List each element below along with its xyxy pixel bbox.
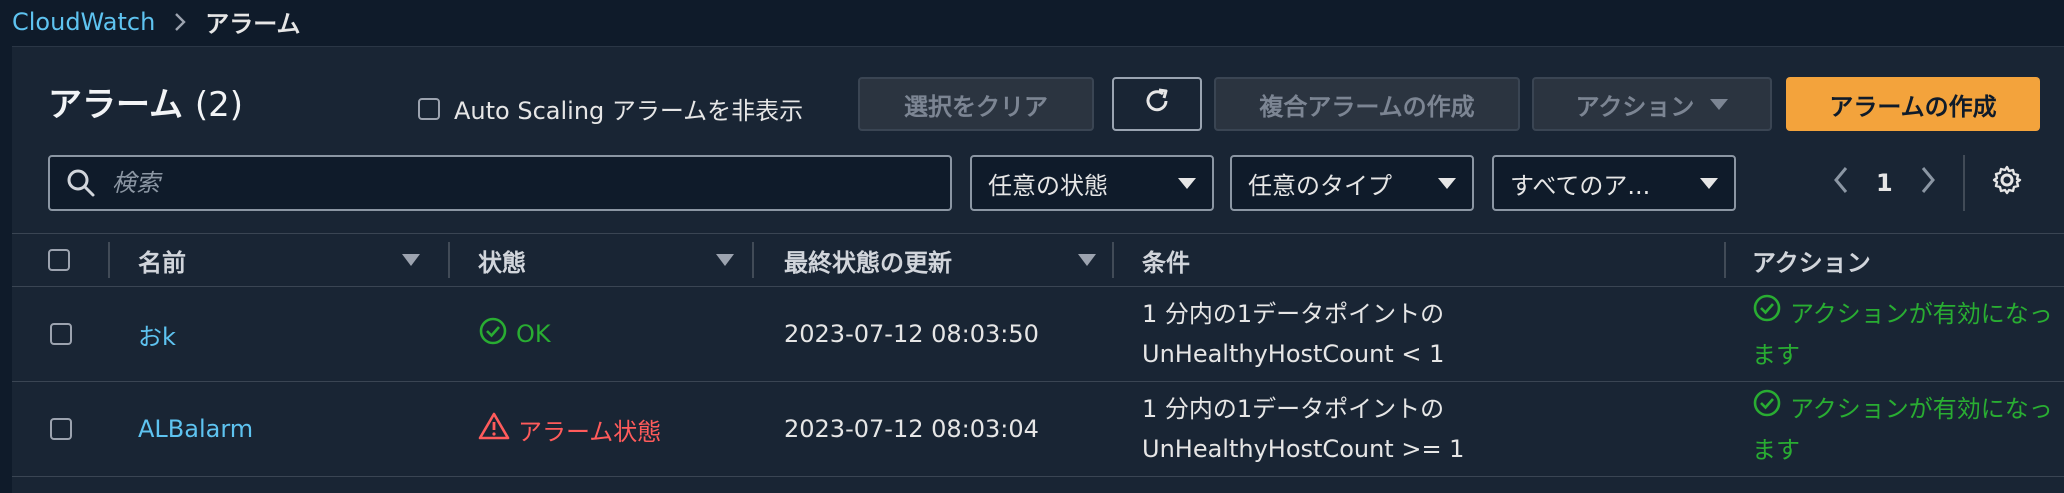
column-header-last-update[interactable]: 最終状態の更新 xyxy=(784,234,1104,286)
column-divider xyxy=(1724,242,1726,278)
previous-page-icon[interactable] xyxy=(1832,165,1850,201)
alarm-state-cell: OK xyxy=(478,287,551,381)
column-header-last-update-label: 最終状態の更新 xyxy=(784,248,952,277)
row-checkbox-cell xyxy=(50,382,72,476)
column-divider xyxy=(752,242,754,278)
page-title: アラーム (2) xyxy=(48,77,243,126)
row-checkbox[interactable] xyxy=(50,323,72,345)
pagination-divider xyxy=(1962,155,1965,211)
alarm-state-cell: アラーム状態 xyxy=(478,382,661,476)
actions-status-cell: アクションが有効になっ ます xyxy=(1752,287,2064,381)
state-filter-value: 任意の状態 xyxy=(988,171,1108,200)
row-checkbox[interactable] xyxy=(50,418,72,440)
warning-triangle-icon xyxy=(478,411,510,447)
select-all-checkbox[interactable] xyxy=(48,249,70,271)
condition-cell: 1 分内の1データポイントの UnHealthyHostCount >= 1 xyxy=(1142,382,1464,476)
actions-filter-value: すべてのア... xyxy=(1510,171,1651,200)
condition-cell: 1 分内の1データポイントの UnHealthyHostCount < 1 xyxy=(1142,287,1444,381)
hide-autoscaling-label: Auto Scaling アラームを非表示 xyxy=(454,97,804,125)
top-bar: CloudWatch アラーム xyxy=(0,0,2064,40)
condition-line: 1 分内の1データポイントの xyxy=(1142,300,1445,328)
refresh-button[interactable] xyxy=(1112,77,1202,131)
table-row[interactable]: おk OK 2023-07-12 08:03:50 1 分内の1データポイントの… xyxy=(12,287,2064,382)
pagination: 1 xyxy=(1832,155,2023,211)
column-header-state-label: 状態 xyxy=(478,248,526,277)
condition-line: UnHealthyHostCount >= 1 xyxy=(1142,435,1465,463)
alarm-name-link[interactable]: おk xyxy=(138,317,176,352)
type-filter-value: 任意のタイプ xyxy=(1248,171,1392,200)
alarms-panel: アラーム (2) Auto Scaling アラームを非表示 選択をクリア 複合… xyxy=(12,46,2064,493)
actions-status-cell: アクションが有効になっ ます xyxy=(1752,382,2064,476)
row-checkbox-cell xyxy=(50,287,72,381)
condition-line: 1 分内の1データポイントの xyxy=(1142,395,1445,423)
state-filter[interactable]: 任意の状態 xyxy=(970,155,1214,211)
actions-dropdown-label: アクション xyxy=(1575,92,1695,121)
sort-down-icon xyxy=(402,254,420,266)
column-header-conditions: 条件 xyxy=(1142,234,1190,286)
last-update-cell: 2023-07-12 08:03:04 xyxy=(784,415,1039,443)
chevron-right-icon xyxy=(169,11,191,33)
caret-down-icon xyxy=(1438,177,1456,189)
search-input[interactable] xyxy=(110,168,934,198)
check-circle-icon xyxy=(1752,388,1782,430)
actions-filter[interactable]: すべてのア... xyxy=(1492,155,1736,211)
column-header-conditions-label: 条件 xyxy=(1142,248,1190,277)
condition-line: UnHealthyHostCount < 1 xyxy=(1142,340,1445,368)
alarm-count: (2) xyxy=(194,85,243,125)
column-header-actions-label: アクション xyxy=(1752,248,1871,277)
alarm-name-link[interactable]: ALBalarm xyxy=(138,415,253,443)
alarm-state-text: OK xyxy=(516,320,551,348)
search-box xyxy=(48,155,952,211)
actions-status-text: アクションが有効になっ xyxy=(1790,395,2053,423)
create-alarm-button[interactable]: アラームの作成 xyxy=(1786,77,2040,131)
column-header-actions: アクション xyxy=(1752,234,1871,286)
alarm-name-cell: ALBalarm xyxy=(138,382,253,476)
caret-down-icon xyxy=(1700,177,1718,189)
check-circle-icon xyxy=(1752,293,1782,335)
alarms-table: 名前 状態 最終状態の更新 条件 アクション おk OK 2023-07-12 … xyxy=(12,233,2064,477)
refresh-icon xyxy=(1141,85,1173,123)
next-page-icon[interactable] xyxy=(1919,165,1937,201)
caret-down-icon xyxy=(1178,177,1196,189)
actions-dropdown[interactable]: アクション xyxy=(1532,77,1772,131)
hide-autoscaling-checkbox[interactable] xyxy=(418,97,440,120)
breadcrumb-cloudwatch[interactable]: CloudWatch xyxy=(12,8,155,36)
alarm-state-text: アラーム状態 xyxy=(518,417,662,446)
settings-gear-icon[interactable] xyxy=(1991,164,2023,202)
sort-down-icon xyxy=(716,254,734,266)
column-header-name[interactable]: 名前 xyxy=(138,234,428,286)
column-header-state[interactable]: 状態 xyxy=(478,234,748,286)
sort-down-icon xyxy=(1078,254,1096,266)
column-header-name-label: 名前 xyxy=(138,248,186,277)
table-row[interactable]: ALBalarm アラーム状態 2023-07-12 08:03:04 1 分内… xyxy=(12,382,2064,477)
column-divider xyxy=(1112,242,1114,278)
column-divider xyxy=(108,242,110,278)
column-divider xyxy=(448,242,450,278)
last-update-cell: 2023-07-12 08:03:50 xyxy=(784,320,1039,348)
select-all-cell xyxy=(48,234,70,286)
current-page[interactable]: 1 xyxy=(1876,169,1893,197)
page-title-text: アラーム xyxy=(48,85,183,125)
breadcrumb-current: アラーム xyxy=(205,10,301,38)
breadcrumb: CloudWatch アラーム xyxy=(12,4,301,39)
caret-down-icon xyxy=(1710,98,1729,110)
create-composite-alarm-button[interactable]: 複合アラームの作成 xyxy=(1214,77,1520,131)
hide-autoscaling-toggle[interactable]: Auto Scaling アラームを非表示 xyxy=(418,91,803,126)
table-header: 名前 状態 最終状態の更新 条件 アクション xyxy=(12,233,2064,287)
search-icon xyxy=(66,167,98,199)
check-circle-icon xyxy=(478,316,508,352)
actions-status-text: アクションが有効になっ xyxy=(1790,300,2053,328)
actions-status-text: ます xyxy=(1752,436,1800,464)
actions-status-text: ます xyxy=(1752,341,1800,369)
alarm-name-cell: おk xyxy=(138,287,176,381)
type-filter[interactable]: 任意のタイプ xyxy=(1230,155,1474,211)
clear-selection-button[interactable]: 選択をクリア xyxy=(858,77,1094,131)
